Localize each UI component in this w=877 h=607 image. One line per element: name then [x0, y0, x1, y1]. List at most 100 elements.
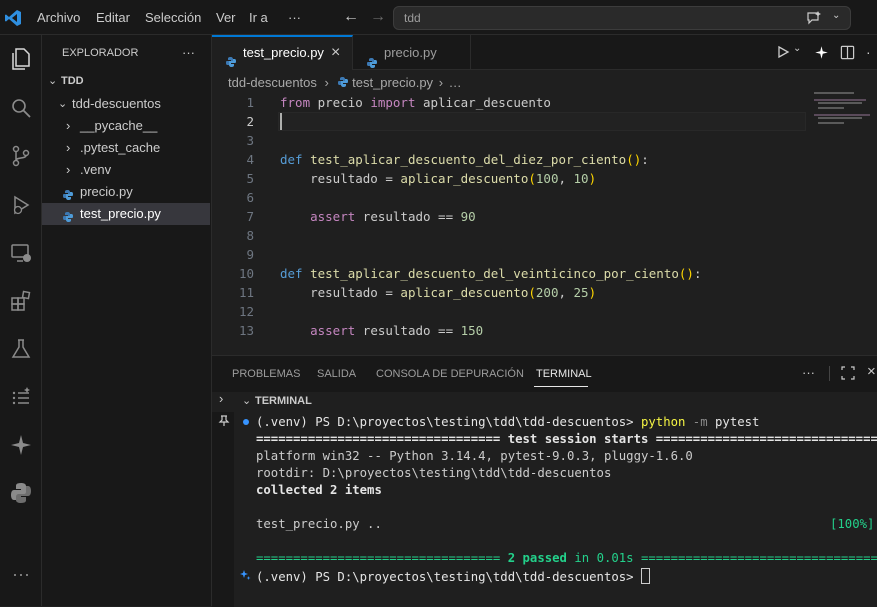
- chat-icon[interactable]: [806, 10, 822, 29]
- explorer-more-button[interactable]: ···: [182, 45, 195, 60]
- folder-tdd-label: TDD: [61, 75, 84, 87]
- line-number: 6: [246, 190, 254, 205]
- explorer-icon[interactable]: [4, 42, 38, 76]
- terminal-line-platform: platform win32 -- Python 3.14.4, pytest-…: [256, 449, 693, 463]
- remote-explorer-icon[interactable]: [4, 236, 38, 270]
- extensions-icon[interactable]: [4, 284, 38, 318]
- tab-test-precio-py[interactable]: test_precio.py ×: [212, 35, 353, 70]
- folder-tdd-descuentos[interactable]: ⌄ tdd-descuentos: [42, 93, 210, 115]
- task-list-icon[interactable]: [4, 380, 38, 414]
- breadcrumb-more[interactable]: …: [449, 75, 462, 90]
- chevron-down-icon: ⌄: [58, 98, 68, 110]
- chevron-down-icon[interactable]: ⌄: [793, 43, 801, 54]
- terminal-arg: pytest: [715, 415, 760, 429]
- more-views-icon[interactable]: ···: [4, 557, 38, 591]
- copilot-sparkle-icon[interactable]: [814, 45, 829, 63]
- panel-more-button[interactable]: ···: [802, 365, 815, 380]
- terminal-sep: ==================================: [633, 551, 877, 565]
- close-icon[interactable]: ×: [331, 37, 340, 68]
- menu-more[interactable]: ···: [288, 10, 301, 25]
- breadcrumb-folder[interactable]: tdd-descuentos: [228, 75, 317, 90]
- terminal-line-prompt: (.venv) PS D:\proyectos\testing\tdd\tdd-…: [256, 568, 650, 584]
- terminal-gutter: [212, 412, 234, 607]
- editor-more-icon[interactable]: ·: [866, 44, 871, 60]
- tree-item-venv[interactable]: › .venv: [42, 159, 210, 181]
- line-number: 10: [238, 266, 254, 281]
- terminal-line-summary: ================================= 2 pass…: [256, 551, 877, 565]
- parens: (): [678, 266, 694, 281]
- bottom-panel: PROBLEMAS SALIDA CONSOLA DE DEPURACIÓN T…: [212, 355, 877, 607]
- copilot-sparkle-icon[interactable]: [4, 428, 38, 462]
- parens: ): [588, 171, 597, 186]
- source-control-icon[interactable]: [4, 139, 38, 173]
- folder-tdd[interactable]: ⌄ TDD: [42, 70, 210, 92]
- split-editor-icon[interactable]: [840, 45, 855, 63]
- terminal-flag: -m: [685, 415, 716, 429]
- tab-salida[interactable]: SALIDA: [317, 368, 356, 380]
- parens: ): [588, 285, 597, 300]
- keyword: import: [370, 95, 416, 110]
- terminal-cursor: [640, 568, 650, 584]
- editor-tabs: test_precio.py × precio.py ⌄ ·: [212, 35, 877, 70]
- run-debug-icon[interactable]: [4, 188, 38, 222]
- menu-ver[interactable]: Ver: [216, 10, 236, 25]
- line-number: 7: [246, 209, 254, 224]
- current-line-highlight: [278, 112, 806, 131]
- menu-seleccion[interactable]: Selección: [145, 10, 201, 25]
- tree-item-label: __pycache__: [80, 118, 158, 133]
- chevron-right-icon: ›: [66, 140, 71, 155]
- chevron-right-icon[interactable]: ›: [219, 391, 223, 406]
- terminal-line-command: (.venv) PS D:\proyectos\testing\tdd\tdd-…: [256, 415, 759, 429]
- search-icon[interactable]: [4, 91, 38, 125]
- tree-item-pytest-cache[interactable]: › .pytest_cache: [42, 137, 210, 159]
- minimap[interactable]: [812, 90, 872, 150]
- number: 25: [573, 285, 589, 300]
- tree-item-label: precio.py: [80, 184, 133, 199]
- divider: [829, 366, 830, 381]
- code-editor[interactable]: tdd-descuentos › test_precio.py › … 1 2 …: [212, 70, 877, 355]
- breadcrumb-separator: ›: [438, 75, 444, 90]
- tab-terminal[interactable]: TERMINAL: [536, 368, 592, 380]
- keyword: assert: [310, 209, 356, 224]
- line-number: 3: [246, 133, 254, 148]
- chevron-down-icon[interactable]: ⌄: [832, 10, 840, 21]
- code-text: resultado ==: [355, 209, 461, 224]
- command-center-search[interactable]: tdd ⌄: [393, 6, 851, 30]
- pin-icon[interactable]: [218, 415, 230, 430]
- testing-flask-icon[interactable]: [4, 332, 38, 366]
- tree-item-test-precio-py[interactable]: test_precio.py: [42, 203, 210, 225]
- terminal-line-rootdir: rootdir: D:\proyectos\testing\tdd\tdd-de…: [256, 466, 612, 480]
- keyword: assert: [310, 323, 356, 338]
- parens: (: [528, 285, 536, 300]
- code-text: resultado =: [280, 285, 401, 300]
- tab-problemas[interactable]: PROBLEMAS: [232, 368, 300, 380]
- tree-item-pycache[interactable]: › __pycache__: [42, 115, 210, 137]
- number: 200: [535, 285, 559, 300]
- maximize-panel-icon[interactable]: [841, 366, 855, 383]
- close-panel-icon[interactable]: ×: [867, 363, 876, 380]
- active-tab-indicator: [534, 386, 588, 387]
- menu-archivo[interactable]: Archivo: [37, 10, 80, 25]
- forward-arrow-icon[interactable]: →: [370, 8, 386, 26]
- back-arrow-icon[interactable]: ←: [343, 8, 359, 26]
- code-text: resultado ==: [355, 323, 461, 338]
- chevron-right-icon: ›: [66, 118, 71, 133]
- code-line-7: assert resultado == 90: [280, 209, 476, 224]
- breadcrumb-file[interactable]: test_precio.py: [352, 75, 433, 90]
- run-play-icon[interactable]: [776, 45, 790, 62]
- number: 150: [460, 323, 484, 338]
- code-line-5: resultado = aplicar_descuento(100, 10): [280, 171, 596, 186]
- tab-precio-py[interactable]: precio.py: [353, 35, 471, 70]
- chevron-down-icon: ⌄: [242, 395, 252, 407]
- menu-editar[interactable]: Editar: [96, 10, 130, 25]
- tree-item-precio-py[interactable]: precio.py: [42, 181, 210, 203]
- function-name: test_aplicar_descuento_del_veinticinco_p…: [310, 266, 679, 281]
- terminal-header-row[interactable]: ⌄ TERMINAL: [212, 392, 877, 412]
- code-line-1: from precio import aplicar_descuento: [280, 95, 551, 110]
- python-icon[interactable]: [4, 476, 38, 510]
- code-text: :: [693, 266, 702, 281]
- text-cursor: [280, 113, 282, 130]
- parens: (: [528, 171, 536, 186]
- tab-consola-depuracion[interactable]: CONSOLA DE DEPURACIÓN: [376, 368, 524, 380]
- menu-ir-a[interactable]: Ir a: [249, 10, 268, 25]
